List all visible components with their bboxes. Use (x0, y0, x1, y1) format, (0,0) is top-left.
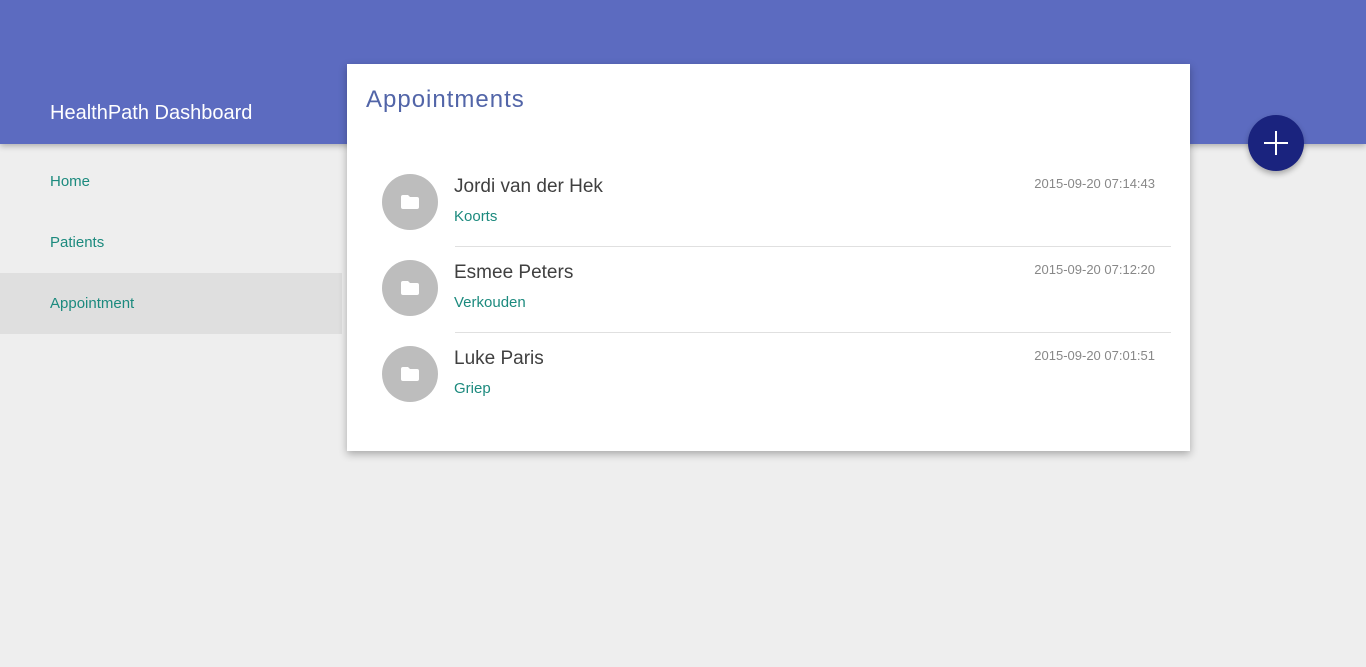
folder-icon (401, 281, 419, 295)
sidebar-item-home[interactable]: Home (0, 151, 342, 212)
avatar (382, 174, 438, 230)
page-title: Appointments (366, 86, 525, 113)
timestamp: 2015-09-20 07:01:51 (1034, 348, 1155, 363)
avatar (382, 346, 438, 402)
sidebar-nav: Home Patients Appointment (0, 151, 342, 334)
timestamp: 2015-09-20 07:14:43 (1034, 176, 1155, 191)
add-appointment-button[interactable] (1248, 115, 1304, 171)
appointments-card: Appointments Jordi van der Hek Koorts 20… (347, 64, 1190, 451)
list-item[interactable]: Jordi van der Hek Koorts 2015-09-20 07:1… (347, 160, 1190, 246)
patient-name: Jordi van der Hek (454, 176, 603, 197)
folder-icon (401, 195, 419, 209)
patient-name: Esmee Peters (454, 262, 574, 283)
complaint-label: Koorts (454, 208, 498, 225)
complaint-label: Griep (454, 380, 491, 397)
list-item[interactable]: Esmee Peters Verkouden 2015-09-20 07:12:… (347, 246, 1190, 332)
app-title: HealthPath Dashboard (50, 102, 253, 124)
sidebar-item-patients[interactable]: Patients (0, 212, 342, 273)
sidebar-item-appointment[interactable]: Appointment (0, 273, 342, 334)
appointments-list: Jordi van der Hek Koorts 2015-09-20 07:1… (347, 160, 1190, 418)
patient-name: Luke Paris (454, 348, 544, 369)
timestamp: 2015-09-20 07:12:20 (1034, 262, 1155, 277)
complaint-label: Verkouden (454, 294, 526, 311)
folder-icon (401, 367, 419, 381)
avatar (382, 260, 438, 316)
list-item[interactable]: Luke Paris Griep 2015-09-20 07:01:51 (347, 332, 1190, 418)
